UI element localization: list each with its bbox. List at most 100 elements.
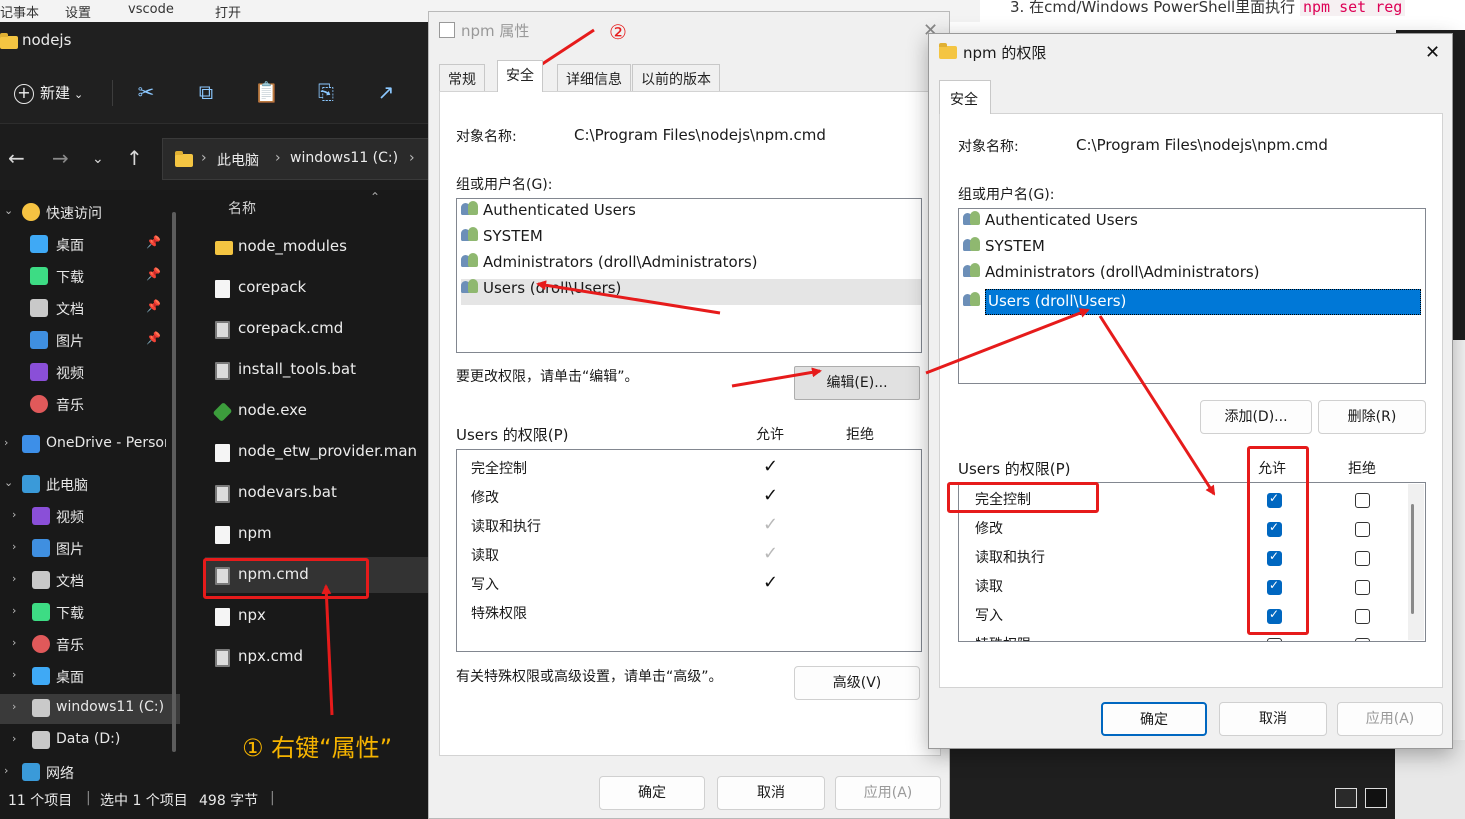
breadcrumb-drive[interactable]: windows11 (C:): [290, 150, 398, 166]
up-icon[interactable]: ↑: [126, 146, 143, 170]
tab-security[interactable]: 安全: [939, 80, 991, 114]
new-button[interactable]: + 新建 ⌄: [14, 82, 83, 104]
add-button[interactable]: 添加(D)...: [1200, 400, 1312, 434]
sidebar-item[interactable]: › 音乐: [0, 630, 180, 660]
list-item[interactable]: Authenticated Users: [963, 211, 1421, 237]
chevron-icon[interactable]: ›: [4, 764, 8, 777]
address-bar[interactable]: › 此电脑 › windows11 (C:) ›: [162, 138, 430, 180]
deny-checkbox[interactable]: [1355, 580, 1370, 595]
column-header-name[interactable]: 名称: [228, 198, 256, 218]
copy-icon[interactable]: ⧉: [194, 80, 218, 104]
sidebar-item[interactable]: 文档 📌: [0, 294, 180, 324]
recent-locations-icon[interactable]: ⌄: [92, 151, 104, 167]
sidebar-item[interactable]: › windows11 (C:): [0, 694, 180, 724]
scrollbar-thumb[interactable]: [1411, 504, 1414, 614]
forward-icon[interactable]: →: [52, 146, 69, 170]
permission-list-scrollbar[interactable]: [1408, 484, 1424, 640]
chevron-icon[interactable]: ⌄: [4, 204, 13, 217]
nav-scrollbar[interactable]: [172, 212, 176, 752]
file-row[interactable]: npx.cmd: [205, 639, 430, 675]
sidebar-item[interactable]: ⌄ 快速访问: [0, 198, 180, 228]
sidebar-item[interactable]: 视频: [0, 358, 180, 388]
object-name-label: 对象名称:: [456, 129, 517, 145]
background-menu-item: 记事本: [0, 6, 40, 21]
remove-button[interactable]: 删除(R): [1318, 400, 1426, 434]
sidebar-item[interactable]: › Data (D:): [0, 726, 180, 756]
file-row[interactable]: node.exe: [205, 393, 430, 429]
list-view-icon[interactable]: [1335, 788, 1357, 808]
chevron-icon[interactable]: ›: [12, 540, 16, 553]
file-row[interactable]: npm: [205, 516, 430, 552]
sidebar-item[interactable]: 下载 📌: [0, 262, 180, 292]
tab-security[interactable]: 安全: [497, 60, 543, 92]
list-item[interactable]: Authenticated Users: [461, 201, 917, 227]
rename-icon[interactable]: ⎘: [314, 80, 338, 104]
allow-check-icon: ✓: [763, 514, 779, 535]
list-item[interactable]: Users (droll\Users): [963, 289, 1425, 315]
sidebar-item[interactable]: 图片 📌: [0, 326, 180, 356]
close-icon[interactable]: ✕: [1425, 42, 1440, 63]
chevron-icon[interactable]: ›: [12, 700, 16, 713]
breadcrumb-this-pc[interactable]: 此电脑: [217, 150, 259, 170]
file-row[interactable]: node_modules: [205, 229, 430, 265]
edit-button[interactable]: 编辑(E)...: [794, 366, 920, 400]
pin-icon[interactable]: 📌: [146, 299, 161, 313]
chevron-icon[interactable]: ›: [12, 508, 16, 521]
list-item[interactable]: SYSTEM: [461, 227, 917, 253]
list-item[interactable]: Administrators (droll\Administrators): [461, 253, 917, 279]
apply-button[interactable]: 应用(A): [1337, 702, 1443, 736]
sidebar-item[interactable]: › 视频: [0, 502, 180, 532]
apply-button[interactable]: 应用(A): [835, 776, 941, 810]
sidebar-item[interactable]: ⌄ 此电脑: [0, 470, 180, 500]
permission-name: 修改: [471, 490, 499, 506]
chevron-icon[interactable]: ›: [12, 604, 16, 617]
sidebar-item[interactable]: › 桌面: [0, 662, 180, 692]
chevron-icon[interactable]: ⌄: [4, 476, 13, 489]
file-row[interactable]: node_etw_provider.man: [205, 434, 430, 470]
sidebar-item[interactable]: 音乐: [0, 390, 180, 420]
sidebar-item[interactable]: 桌面 📌: [0, 230, 180, 260]
pin-icon[interactable]: 📌: [146, 267, 161, 281]
ok-button[interactable]: 确定: [599, 776, 705, 810]
tile-view-icon[interactable]: [1365, 788, 1387, 808]
cut-icon[interactable]: ✂: [134, 80, 158, 104]
list-item[interactable]: Administrators (droll\Administrators): [963, 263, 1421, 289]
allow-checkbox[interactable]: [1267, 638, 1282, 641]
sidebar-item-label: 此电脑: [46, 478, 88, 494]
chevron-icon[interactable]: ›: [12, 636, 16, 649]
chevron-icon[interactable]: ›: [12, 668, 16, 681]
file-row[interactable]: install_tools.bat: [205, 352, 430, 388]
ok-button[interactable]: 确定: [1101, 702, 1207, 736]
deny-checkbox[interactable]: [1355, 638, 1370, 641]
tab-previous-versions[interactable]: 以前的版本: [632, 64, 720, 92]
share-icon[interactable]: ↗: [374, 80, 398, 104]
file-row[interactable]: corepack: [205, 270, 430, 306]
deny-checkbox[interactable]: [1355, 493, 1370, 508]
chevron-icon[interactable]: ›: [12, 572, 16, 585]
sidebar-item[interactable]: › 网络: [0, 758, 180, 788]
pin-icon[interactable]: 📌: [146, 331, 161, 345]
deny-checkbox[interactable]: [1355, 609, 1370, 624]
deny-checkbox[interactable]: [1355, 551, 1370, 566]
tab-general[interactable]: 常规: [439, 64, 485, 92]
sidebar-item[interactable]: › 下载: [0, 598, 180, 628]
chevron-icon[interactable]: ›: [12, 732, 16, 745]
sidebar-item[interactable]: › OneDrive - Personal: [0, 430, 180, 460]
chevron-icon[interactable]: ›: [4, 436, 8, 449]
sidebar-item[interactable]: › 图片: [0, 534, 180, 564]
list-item[interactable]: Users (droll\Users): [461, 279, 921, 305]
pin-icon[interactable]: 📌: [146, 235, 161, 249]
advanced-button[interactable]: 高级(V): [794, 666, 920, 700]
cancel-button[interactable]: 取消: [1219, 702, 1327, 736]
back-icon[interactable]: ←: [8, 146, 25, 170]
list-item[interactable]: SYSTEM: [963, 237, 1421, 263]
deny-checkbox[interactable]: [1355, 522, 1370, 537]
file-icon: [215, 526, 230, 544]
file-row[interactable]: nodevars.bat: [205, 475, 430, 511]
file-row[interactable]: corepack.cmd: [205, 311, 430, 347]
tab-details[interactable]: 详细信息: [557, 64, 631, 92]
file-row[interactable]: npx: [205, 598, 430, 634]
sidebar-item[interactable]: › 文档: [0, 566, 180, 596]
paste-icon[interactable]: 📋: [254, 80, 279, 104]
cancel-button[interactable]: 取消: [717, 776, 825, 810]
